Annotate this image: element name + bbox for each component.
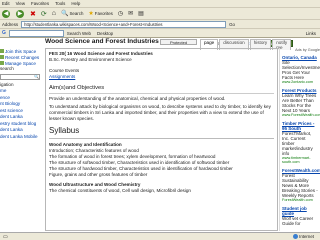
address-label: Address bbox=[2, 21, 19, 27]
favorites-label: Favorites bbox=[94, 11, 113, 16]
protected-badge: Protected bbox=[160, 39, 197, 45]
menu-tools[interactable]: Tools bbox=[55, 1, 65, 6]
mail-icon: ✉ bbox=[128, 11, 134, 17]
stop-button[interactable]: ✖ bbox=[30, 10, 36, 18]
status-bar: ▭ Internet bbox=[0, 232, 320, 240]
forward-button[interactable]: ▶ bbox=[16, 9, 25, 18]
home-button[interactable]: ⌂ bbox=[52, 10, 56, 17]
ad-item[interactable]: Forest Products Learn Why Trees Are Bett… bbox=[281, 87, 320, 118]
refresh-button[interactable]: ⟳ bbox=[41, 10, 47, 18]
bullet-icon bbox=[0, 49, 4, 53]
search-label: Search bbox=[69, 11, 84, 16]
ad-text: ForesTMarkot, Inc. Current timber market… bbox=[282, 131, 313, 156]
ad-item[interactable]: Student job guide Wolf vet Career Guide … bbox=[281, 205, 320, 227]
ad-text: Forest Sustainability News & More Breaki… bbox=[282, 173, 318, 198]
bullet-icon bbox=[0, 55, 4, 59]
security-zone: Internet bbox=[293, 234, 314, 239]
address-bar: Address http://studentlanka.wikispaces.c… bbox=[0, 20, 320, 29]
ad-url[interactable]: ForestWealth.com bbox=[282, 198, 319, 202]
ad-title[interactable]: Timber Prices - 95 South bbox=[282, 121, 319, 131]
globe-icon bbox=[293, 234, 299, 239]
links-bar: G Search Web Desktop Links bbox=[0, 29, 320, 38]
desktop-button[interactable]: Desktop bbox=[97, 31, 113, 36]
ads-column: Ads by Google Ontario, Canada Site Selec… bbox=[279, 48, 320, 231]
search-icon[interactable]: 🔍 bbox=[34, 74, 39, 79]
aims-paragraph-2: To understand attack by biological organ… bbox=[49, 104, 271, 122]
refresh-icon: ⟳ bbox=[40, 10, 47, 18]
search-button[interactable]: 🔍 Search bbox=[61, 10, 83, 17]
menu-favorites[interactable]: Favorites bbox=[31, 1, 49, 6]
ad-url[interactable]: www.2ontario.com bbox=[282, 80, 319, 84]
home-icon: ⌂ bbox=[51, 10, 56, 17]
left-sidebar: Join this Space Recent Changes Manage Sp… bbox=[0, 48, 44, 231]
menu-view[interactable]: View bbox=[16, 1, 25, 6]
page-content: FES 20( 16 Wood Science and Forest Indus… bbox=[45, 48, 278, 231]
search-heading: search bbox=[0, 66, 14, 71]
toolbar-search-input[interactable] bbox=[8, 29, 64, 37]
go-button[interactable]: Go bbox=[229, 22, 235, 27]
ad-url[interactable]: www.timbermart-south.com bbox=[282, 156, 319, 164]
address-input[interactable]: http://studentlanka.wikispaces.com/Wood+… bbox=[21, 20, 227, 28]
google-logo-icon: G bbox=[2, 30, 6, 36]
recent-changes-link[interactable]: Recent Changes bbox=[0, 54, 44, 60]
syllabus-line: The chemical constituents of wood, Cell … bbox=[49, 188, 191, 194]
ad-item[interactable]: Ontario, Canada Site Selection/Investmen… bbox=[281, 54, 320, 85]
bullet-icon bbox=[0, 61, 4, 65]
ad-title[interactable]: Student job guide bbox=[282, 206, 319, 216]
manage-space-label: Manage Space bbox=[5, 60, 36, 66]
menu-bar: Edit View Favorites Tools Help bbox=[0, 0, 320, 8]
ad-text: Site Selection/Investment Pros Get Your … bbox=[282, 60, 320, 80]
ad-url[interactable]: www.ForestWealth.com/Forestry_F bbox=[282, 113, 320, 117]
browser-toolbar: ◀ ▶ ✖ ⟳ ⌂ 🔍 Search ★ Favorites ◷ ✉ ▤ bbox=[0, 8, 320, 20]
syllabus-heading: Syllabus bbox=[49, 126, 274, 139]
back-button[interactable]: ◀ bbox=[2, 9, 11, 18]
zone-label: Internet bbox=[299, 234, 314, 239]
history-button[interactable]: ◷ bbox=[118, 10, 123, 17]
sidebar-search-input[interactable]: 🔍 bbox=[0, 73, 40, 80]
syllabus-line: Figure, grains and other gross features … bbox=[49, 171, 148, 177]
ad-item[interactable]: ForestWealth.com Forest Sustainability N… bbox=[281, 167, 320, 203]
menu-edit[interactable]: Edit bbox=[2, 1, 10, 6]
forward-arrow-icon: ▶ bbox=[16, 9, 24, 18]
aims-heading: Aim(s)and Objectives bbox=[49, 85, 274, 95]
links-label[interactable]: Links bbox=[306, 31, 316, 36]
print-button[interactable]: ▤ bbox=[138, 10, 144, 17]
mail-button[interactable]: ✉ bbox=[128, 10, 133, 17]
star-icon: ★ bbox=[88, 11, 94, 17]
menu-help[interactable]: Help bbox=[71, 1, 80, 6]
join-space-label: Join this Space bbox=[5, 48, 37, 54]
search-icon: 🔍 bbox=[60, 11, 69, 17]
aims-paragraph-1: Provide an understanding of the anatomic… bbox=[49, 96, 226, 102]
back-arrow-icon: ◀ bbox=[2, 9, 10, 18]
assignments-link[interactable]: Assignments bbox=[49, 74, 75, 79]
search-web-button[interactable]: Search Web bbox=[67, 31, 91, 36]
history-icon: ◷ bbox=[117, 11, 124, 17]
ad-text: Wolf vet Career Guide for bbox=[282, 216, 314, 226]
ad-text: Learn Why Trees Are Better Than Stocks F… bbox=[282, 93, 317, 113]
stop-icon: ✖ bbox=[30, 10, 36, 18]
ad-item[interactable]: Timber Prices - 95 South ForesTMarkot, I… bbox=[281, 120, 320, 165]
ads-label[interactable]: Ads by Google bbox=[281, 48, 320, 52]
page-icon: ▭ bbox=[3, 233, 8, 240]
page-header: Wood Science and Forest Industries Prote… bbox=[45, 38, 292, 50]
recent-changes-label: Recent Changes bbox=[5, 54, 40, 60]
sidebar-item-student-lanka-mobile[interactable]: dent Lanka Mobile bbox=[0, 134, 44, 141]
favorites-button[interactable]: ★ Favorites bbox=[88, 10, 112, 17]
print-icon: ▤ bbox=[138, 11, 144, 17]
